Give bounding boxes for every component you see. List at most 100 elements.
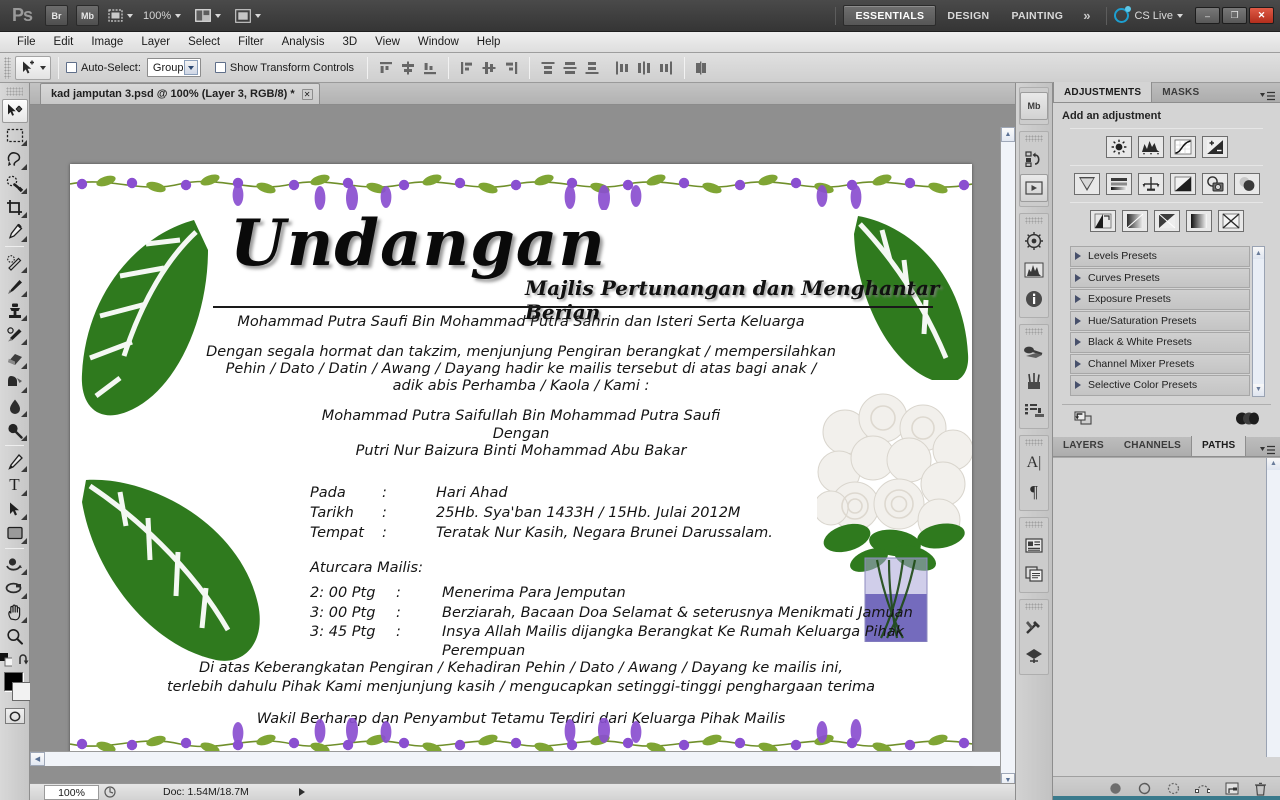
background-color-swatch[interactable] — [12, 682, 31, 701]
launch-mini-bridge-button[interactable]: Mb — [76, 5, 99, 26]
path-selection-tool[interactable] — [2, 497, 28, 521]
clone-source-icon[interactable] — [1020, 560, 1048, 588]
menu-select[interactable]: Select — [179, 32, 229, 53]
show-transform-controls-checkbox[interactable] — [214, 62, 226, 73]
eraser-tool[interactable] — [2, 346, 28, 370]
vibrance-icon[interactable] — [1073, 173, 1100, 195]
preset-row[interactable]: Curves Presets — [1070, 267, 1250, 288]
preset-row[interactable]: Selective Color Presets — [1070, 375, 1250, 396]
status-zoom-field[interactable]: 100% — [44, 784, 99, 800]
close-button[interactable]: ✕ — [1249, 7, 1274, 24]
workspace-tab-painting[interactable]: PAINTING — [1000, 5, 1074, 26]
brush-tool[interactable] — [2, 274, 28, 298]
photo-filter-icon[interactable] — [1201, 173, 1228, 195]
distribute-right-edges-button[interactable] — [656, 58, 676, 78]
menu-analysis[interactable]: Analysis — [273, 32, 334, 53]
load-selection-icon[interactable] — [1166, 781, 1181, 796]
scroll-left-icon[interactable]: ◀ — [30, 752, 45, 766]
hue-saturation-icon[interactable] — [1105, 173, 1132, 195]
lasso-tool[interactable] — [2, 147, 28, 171]
menu-layer[interactable]: Layer — [132, 32, 179, 53]
new-path-icon[interactable] — [1224, 781, 1239, 796]
paths-scrollbar[interactable]: ▲ — [1266, 457, 1280, 757]
canvas[interactable]: Undangan Majlis Pertunangan dan Menghant… — [30, 105, 1015, 783]
tab-channels[interactable]: CHANNELS — [1114, 436, 1191, 456]
preset-row[interactable]: Black & White Presets — [1070, 332, 1250, 353]
canvas-vertical-scrollbar[interactable]: ▲ ▼ — [1000, 127, 1015, 783]
make-work-path-icon[interactable] — [1195, 781, 1210, 796]
menu-window[interactable]: Window — [409, 32, 468, 53]
view-extras-button[interactable] — [108, 5, 133, 27]
auto-select-dropdown[interactable]: Group — [146, 58, 201, 77]
align-left-edges-button[interactable] — [376, 58, 396, 78]
navigator-icon[interactable] — [1020, 227, 1048, 255]
canvas-horizontal-scrollbar[interactable]: ◀ — [30, 751, 1000, 766]
workspace-tab-design[interactable]: DESIGN — [936, 5, 1000, 26]
brush-icon[interactable] — [1020, 367, 1048, 395]
pen-tool[interactable] — [2, 449, 28, 473]
align-right-edges-button[interactable] — [420, 58, 440, 78]
close-document-icon[interactable]: ✕ — [301, 88, 313, 100]
tool-presets-icon[interactable] — [1020, 613, 1048, 641]
presets-scrollbar[interactable]: ▲ ▼ — [1252, 246, 1265, 397]
clip-to-layer-icon[interactable] — [1233, 411, 1259, 429]
auto-select-checkbox[interactable] — [66, 62, 77, 73]
tools-panel-grip[interactable] — [6, 87, 23, 96]
gradient-map-icon[interactable] — [1185, 210, 1212, 232]
preset-row[interactable]: Levels Presets — [1070, 246, 1250, 267]
more-workspaces-icon[interactable]: » — [1074, 8, 1099, 23]
tab-masks[interactable]: MASKS — [1152, 82, 1209, 102]
menu-help[interactable]: Help — [468, 32, 510, 53]
dock-grip[interactable] — [1025, 603, 1043, 610]
selective-color-icon[interactable] — [1217, 210, 1244, 232]
current-tool-preset-picker[interactable] — [15, 55, 51, 80]
stroke-path-icon[interactable] — [1137, 781, 1152, 796]
color-swatches[interactable] — [0, 670, 31, 704]
rectangular-marquee-tool[interactable] — [2, 123, 28, 147]
panel-menu-icon[interactable] — [1260, 91, 1275, 102]
align-top-edges-button[interactable] — [457, 58, 477, 78]
scroll-up-icon[interactable]: ▲ — [1253, 247, 1264, 259]
info-icon[interactable] — [1020, 285, 1048, 313]
align-horizontal-centers-button[interactable] — [398, 58, 418, 78]
paths-panel-menu-icon[interactable] — [1260, 445, 1275, 456]
character-icon[interactable]: A | — [1020, 449, 1048, 477]
tab-paths[interactable]: PATHS — [1191, 435, 1247, 456]
minimize-button[interactable]: – — [1195, 7, 1220, 24]
distribute-top-edges-button[interactable] — [538, 58, 558, 78]
color-balance-icon[interactable] — [1137, 173, 1164, 195]
mini-bridge-icon[interactable]: Mb — [1020, 92, 1048, 120]
screen-mode-button[interactable] — [235, 5, 262, 27]
dock-grip[interactable] — [1025, 135, 1043, 142]
3d-object-rotate-tool[interactable] — [2, 552, 28, 576]
menu-edit[interactable]: Edit — [45, 32, 83, 53]
menu-image[interactable]: Image — [82, 32, 132, 53]
preset-row[interactable]: Hue/Saturation Presets — [1070, 310, 1250, 331]
rectangle-shape-tool[interactable] — [2, 521, 28, 545]
fill-path-icon[interactable] — [1108, 781, 1123, 796]
menu-3d[interactable]: 3D — [333, 32, 366, 53]
restore-button[interactable]: ❐ — [1222, 7, 1247, 24]
menu-view[interactable]: View — [366, 32, 409, 53]
3d-camera-rotate-tool[interactable] — [2, 576, 28, 600]
curves-icon[interactable] — [1169, 136, 1196, 158]
history-brush-tool[interactable] — [2, 322, 28, 346]
align-vertical-centers-button[interactable] — [479, 58, 499, 78]
blur-tool[interactable] — [2, 394, 28, 418]
scroll-up-icon[interactable]: ▲ — [1001, 127, 1015, 142]
return-to-adjustment-list-icon[interactable] — [1074, 410, 1094, 429]
status-preview-icon[interactable] — [99, 786, 121, 798]
gradient-tool[interactable] — [2, 370, 28, 394]
spot-healing-brush-tool[interactable] — [2, 250, 28, 274]
delete-path-icon[interactable] — [1253, 781, 1268, 796]
invert-icon[interactable] — [1089, 210, 1116, 232]
dock-grip[interactable] — [1025, 217, 1043, 224]
quick-selection-tool[interactable] — [2, 171, 28, 195]
distribute-horizontal-centers-button[interactable] — [634, 58, 654, 78]
dodge-tool[interactable] — [2, 418, 28, 442]
levels-icon[interactable] — [1137, 136, 1164, 158]
scroll-up-icon[interactable]: ▲ — [1267, 457, 1280, 470]
default-colors-icon[interactable] — [0, 653, 12, 667]
status-menu-icon[interactable] — [298, 788, 305, 796]
3d-icon[interactable] — [1020, 642, 1048, 670]
